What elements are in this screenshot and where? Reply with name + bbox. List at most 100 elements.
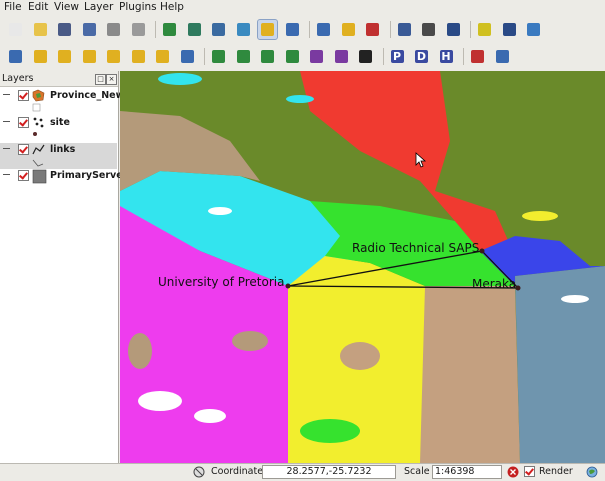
- toolbar-separator: [389, 21, 391, 38]
- menu-view[interactable]: View: [54, 1, 79, 13]
- layer-item-province-new[interactable]: Province_New: [0, 89, 124, 115]
- menu-plugins[interactable]: Plugins: [119, 1, 157, 13]
- move-feature-button[interactable]: [283, 47, 302, 66]
- pdf-button[interactable]: [468, 47, 487, 66]
- save-as-button[interactable]: [80, 20, 99, 39]
- site-point[interactable]: [479, 248, 485, 254]
- menu-layer[interactable]: Layer: [84, 1, 113, 13]
- digitize-line-button[interactable]: [234, 47, 253, 66]
- measure-area-icon: [446, 23, 460, 36]
- layer-visibility-checkbox[interactable]: [18, 90, 29, 101]
- zoom-layer-button[interactable]: [129, 47, 148, 66]
- print-composer-button[interactable]: [104, 20, 123, 39]
- zoom-out-button[interactable]: [55, 47, 74, 66]
- identify-icon: [317, 23, 330, 36]
- delete-feature-button[interactable]: [332, 47, 351, 66]
- toolbar-separator: [463, 48, 464, 65]
- zoom-in-icon: [33, 50, 47, 63]
- select-button[interactable]: [339, 20, 358, 39]
- layers-panel: Layers □ × Province_New site links Prima…: [0, 71, 127, 463]
- help-button[interactable]: [493, 47, 512, 66]
- site-label-radio-technical-saps: Radio Technical SAPS: [352, 241, 479, 255]
- new-project-button[interactable]: [6, 20, 25, 39]
- print-button[interactable]: [129, 20, 148, 39]
- add-raster-icon: [187, 23, 201, 36]
- layer-visibility-checkbox[interactable]: [18, 170, 29, 181]
- site-point[interactable]: [515, 285, 521, 291]
- print-icon: [131, 23, 145, 36]
- menu-help[interactable]: Help: [160, 1, 184, 13]
- zoom-in-button[interactable]: [31, 47, 50, 66]
- identify-button[interactable]: [314, 20, 333, 39]
- remove-layer-button[interactable]: [283, 20, 302, 39]
- open-project-button[interactable]: [31, 20, 50, 39]
- measure-line-icon: [422, 23, 435, 36]
- status-bar: Coordinate: 28.2577,-25.7232 Scale 1:463…: [0, 463, 605, 481]
- map-tips-button[interactable]: [475, 20, 494, 39]
- add-wms-icon: [236, 23, 250, 36]
- collapse-icon[interactable]: [3, 174, 10, 175]
- collapse-icon[interactable]: [3, 148, 10, 149]
- stop-render-icon[interactable]: [507, 466, 519, 478]
- d-button[interactable]: D: [412, 47, 431, 66]
- print-composer-icon: [107, 23, 120, 36]
- coordinate-icon: [193, 466, 205, 478]
- zoom-last-button[interactable]: [153, 47, 172, 66]
- attribute-table-button[interactable]: [395, 20, 414, 39]
- home-button[interactable]: [500, 20, 519, 39]
- zoom-full-button[interactable]: [80, 47, 99, 66]
- layer-name: Province_New: [50, 90, 125, 101]
- menu-edit[interactable]: Edit: [28, 1, 48, 13]
- collapse-icon[interactable]: [3, 121, 10, 122]
- map-canvas[interactable]: Radio Technical SAPS University of Preto…: [120, 71, 605, 463]
- delete-feature-icon: [334, 50, 348, 63]
- menu-file[interactable]: File: [4, 1, 22, 13]
- refresh-icon: [180, 50, 194, 63]
- plugin-button[interactable]: [356, 47, 375, 66]
- close-panel-icon[interactable]: ×: [106, 74, 117, 85]
- add-raster-button[interactable]: [185, 20, 204, 39]
- add-wms-button[interactable]: [234, 20, 253, 39]
- toolbar-separator: [382, 48, 384, 65]
- layer-item-primaryserver[interactable]: PrimaryServer: [0, 169, 127, 195]
- digitize-polygon-icon: [261, 50, 274, 63]
- render-checkbox[interactable]: [524, 466, 535, 477]
- layer-visibility-checkbox[interactable]: [18, 144, 29, 155]
- grass-button[interactable]: [524, 20, 543, 39]
- p-button[interactable]: P: [388, 47, 407, 66]
- patch-yellow: [522, 211, 558, 221]
- refresh-button[interactable]: [178, 47, 197, 66]
- projection-icon[interactable]: [586, 466, 598, 478]
- layer-item-links[interactable]: links: [0, 143, 117, 169]
- overview-icon: [261, 23, 274, 36]
- h-button[interactable]: H: [437, 47, 456, 66]
- collapse-icon[interactable]: [3, 94, 10, 95]
- measure-area-button[interactable]: [444, 20, 463, 39]
- toolbar-separator: [309, 21, 310, 38]
- digitize-point-button[interactable]: [209, 47, 228, 66]
- coordinate-field[interactable]: 28.2577,-25.7232: [262, 465, 396, 479]
- polygon-layer-icon: [32, 89, 45, 102]
- float-panel-icon[interactable]: □: [95, 74, 106, 85]
- layer-item-site[interactable]: site: [0, 116, 117, 142]
- add-postgis-button[interactable]: [209, 20, 228, 39]
- raster-layer-icon: [32, 169, 47, 184]
- zoom-selection-button[interactable]: [104, 47, 123, 66]
- measure-line-button[interactable]: [419, 20, 438, 39]
- digitize-polygon-button[interactable]: [258, 47, 277, 66]
- split-feature-button[interactable]: [307, 47, 326, 66]
- patch-green: [300, 419, 360, 443]
- add-vector-button[interactable]: [160, 20, 179, 39]
- toolbar-separator: [155, 21, 156, 38]
- help-icon: [495, 50, 509, 63]
- overview-button[interactable]: [257, 19, 278, 40]
- menu-bar: File Edit View Layer Plugins Help: [0, 0, 605, 15]
- deselect-button[interactable]: [363, 20, 382, 39]
- scale-field[interactable]: 1:46398: [432, 465, 502, 479]
- zoom-out-icon: [58, 50, 71, 63]
- save-project-button[interactable]: [55, 20, 74, 39]
- site-point[interactable]: [285, 283, 291, 289]
- layer-visibility-checkbox[interactable]: [18, 117, 29, 128]
- pan-icon: [9, 50, 22, 63]
- pan-button[interactable]: [6, 47, 25, 66]
